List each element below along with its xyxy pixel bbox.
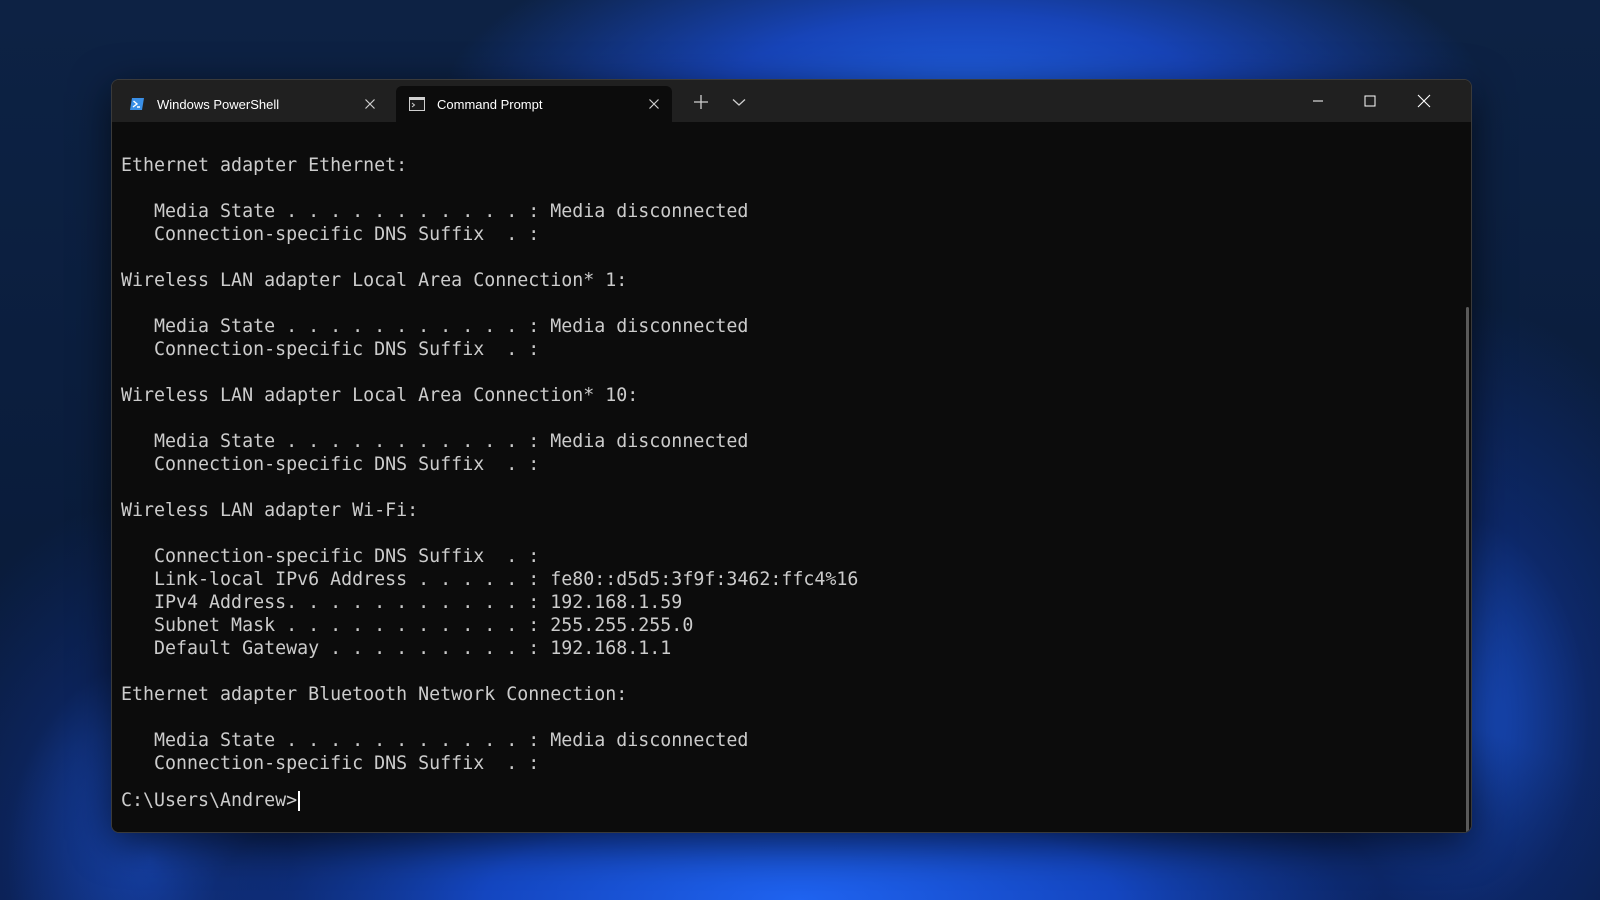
minimize-icon [1313,100,1323,102]
terminal-line: Media State . . . . . . . . . . . : Medi… [121,201,749,222]
terminal-line: Wireless LAN adapter Local Area Connecti… [121,270,628,291]
terminal-line: Media State . . . . . . . . . . . : Medi… [121,316,749,337]
title-bar[interactable]: Windows PowerShell Command Prompt [112,80,1471,122]
prompt-text: C:\Users\Andrew> [121,790,298,811]
terminal-line: Default Gateway . . . . . . . . . : 192.… [121,638,672,659]
terminal-line: Subnet Mask . . . . . . . . . . . : 255.… [121,615,694,636]
terminal-line: Connection-specific DNS Suffix . : [121,339,540,360]
close-button[interactable] [1396,80,1452,122]
terminal-output-area[interactable]: Ethernet adapter Ethernet: Media State .… [112,122,1471,832]
tab-command-prompt[interactable]: Command Prompt [396,86,672,122]
terminal-line: IPv4 Address. . . . . . . . . . . : 192.… [121,592,683,613]
maximize-button[interactable] [1344,80,1396,122]
terminal-line: Connection-specific DNS Suffix . : [121,753,540,774]
powershell-icon [130,98,144,110]
terminal-line: Connection-specific DNS Suffix . : [121,454,540,475]
terminal-line: Ethernet adapter Ethernet: [121,155,408,176]
new-tab-icon[interactable] [689,90,713,114]
maximize-icon [1364,95,1376,107]
terminal-output: Ethernet adapter Ethernet: Media State .… [121,154,858,775]
tab-windows-powershell[interactable]: Windows PowerShell [116,86,388,122]
terminal-line: Media State . . . . . . . . . . . : Medi… [121,730,749,751]
terminal-line: Wireless LAN adapter Wi-Fi: [121,500,419,521]
close-icon [1417,94,1431,108]
tab-label: Windows PowerShell [157,96,280,112]
text-cursor [298,790,301,811]
terminal-line: Link-local IPv6 Address . . . . . : fe80… [121,569,859,590]
cmd-icon [409,97,425,111]
terminal-line: Ethernet adapter Bluetooth Network Conne… [121,684,628,705]
terminal-line: Wireless LAN adapter Local Area Connecti… [121,385,639,406]
close-tab-icon[interactable] [646,96,662,112]
command-prompt-line[interactable]: C:\Users\Andrew> [121,789,301,812]
vertical-scrollbar[interactable] [1466,307,1469,832]
minimize-button[interactable] [1292,80,1344,122]
close-tab-icon[interactable] [362,96,378,112]
tab-label: Command Prompt [437,96,543,112]
terminal-line: Connection-specific DNS Suffix . : [121,546,540,567]
terminal-window[interactable]: Windows PowerShell Command Prompt Ethern… [111,79,1472,833]
terminal-line: Connection-specific DNS Suffix . : [121,224,540,245]
chevron-down-icon[interactable] [727,90,751,114]
terminal-line: Media State . . . . . . . . . . . : Medi… [121,431,749,452]
